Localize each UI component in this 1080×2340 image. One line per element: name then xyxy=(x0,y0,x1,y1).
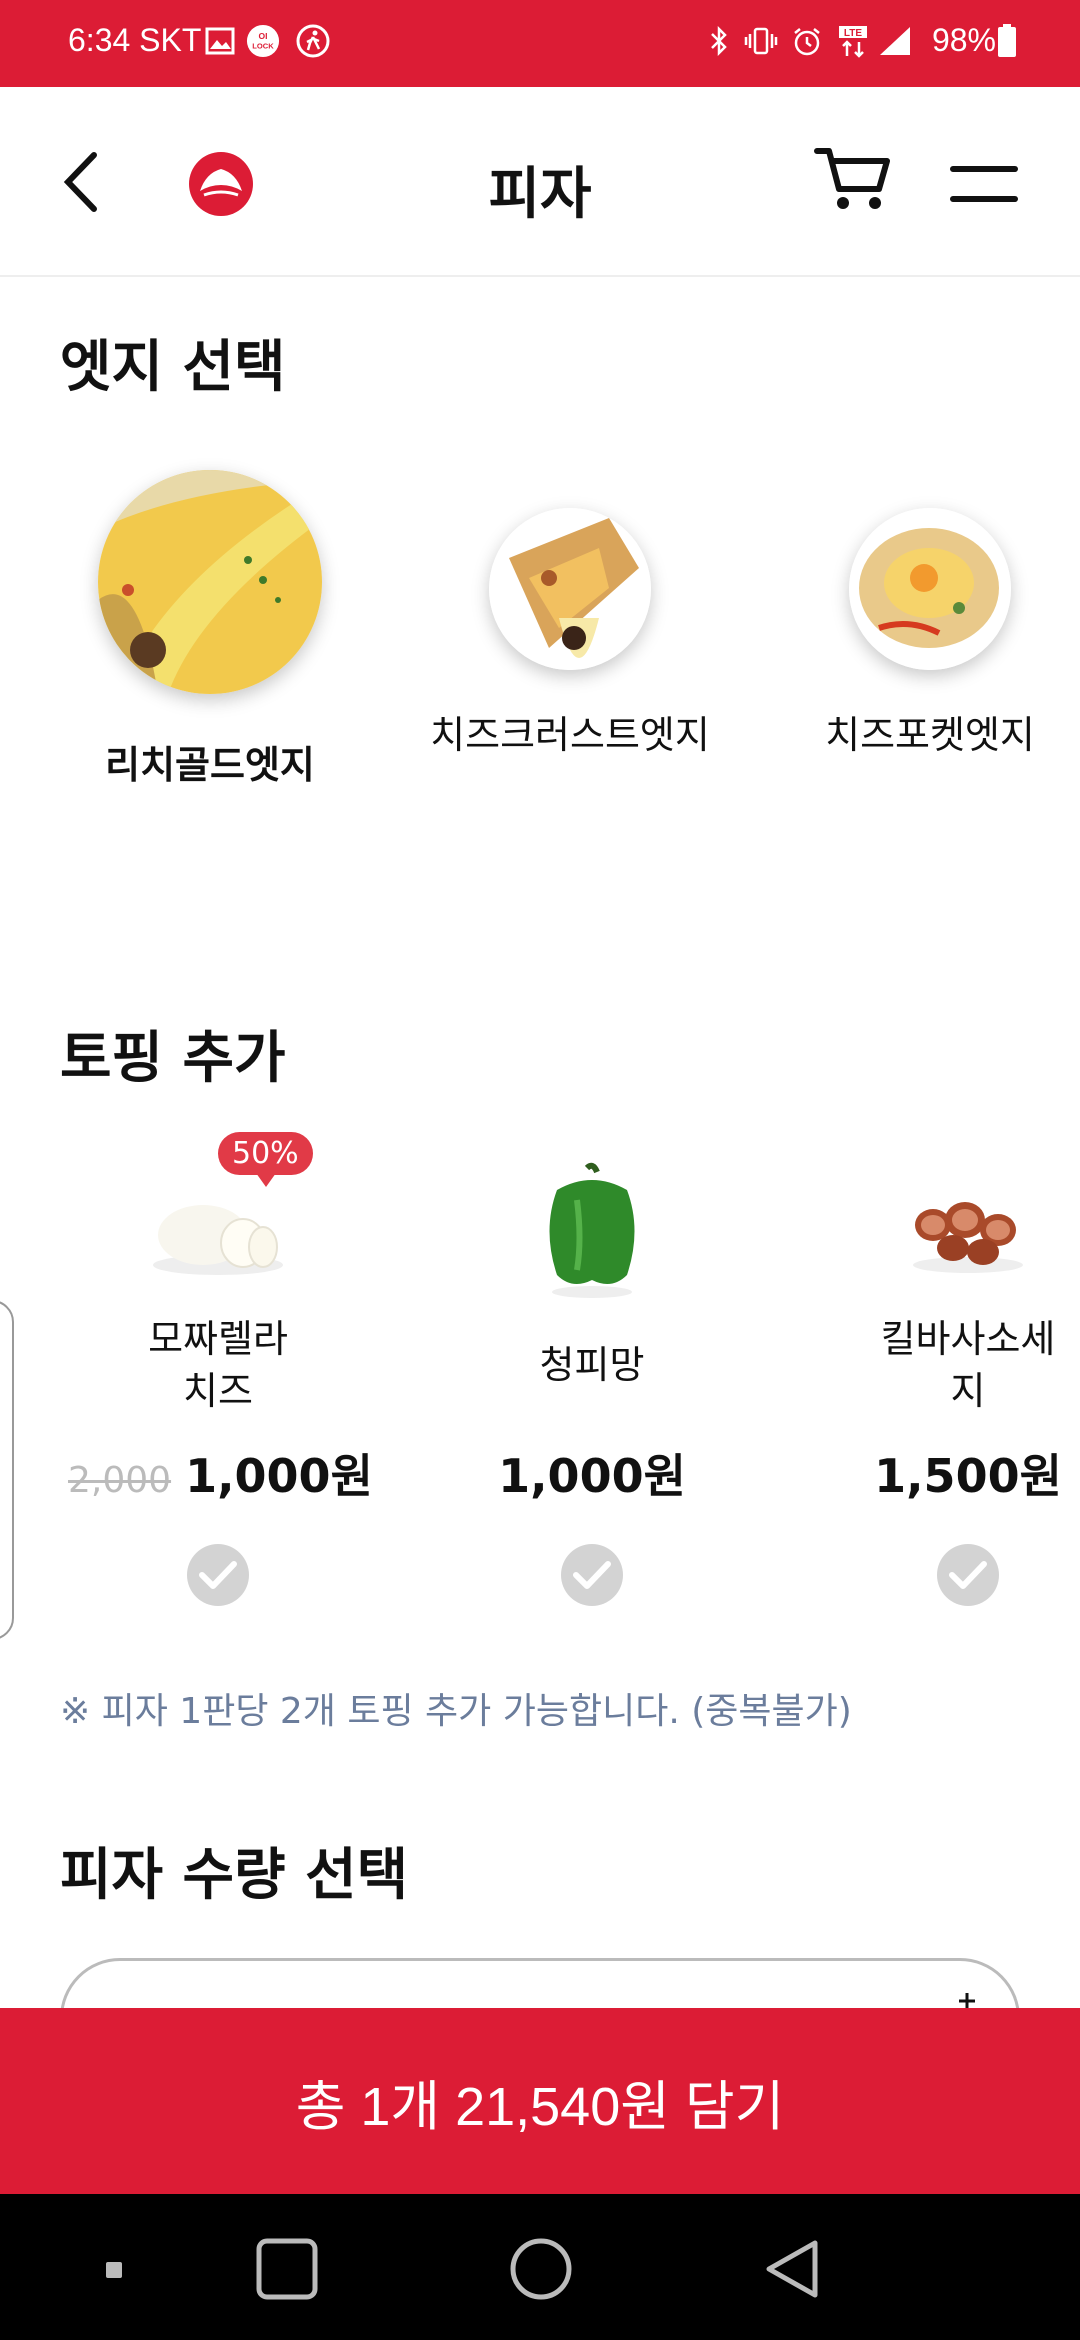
green-pepper-image xyxy=(442,1150,742,1310)
alarm-icon xyxy=(790,24,824,58)
topping-checkbox[interactable] xyxy=(187,1544,249,1606)
walking-icon xyxy=(296,24,330,58)
original-price: 2,000 xyxy=(68,1460,172,1501)
svg-text:LTE: LTE xyxy=(844,28,862,39)
quantity-section-title: 피자 수량 선택 xyxy=(60,1843,409,1908)
mozzarella-image xyxy=(68,1150,368,1310)
topping-option-kielbasa[interactable]: 킬바사소세 지 1,500원 xyxy=(818,1150,1080,1606)
edge-label: 리치골드엣지 xyxy=(105,743,315,787)
edge-option-rich-gold[interactable]: 리치골드엣지 xyxy=(85,470,335,789)
sale-price: 1,000원 xyxy=(185,1449,373,1503)
battery-icon xyxy=(990,24,1024,58)
gallery-icon xyxy=(203,24,237,58)
recents-icon xyxy=(256,2238,318,2300)
rich-gold-edge-image xyxy=(98,470,322,694)
cheese-crust-edge-image xyxy=(489,508,651,670)
checkmark-icon xyxy=(199,1561,237,1589)
edge-section-title: 엣지 선택 xyxy=(60,335,286,400)
bluetooth-icon xyxy=(702,24,736,58)
system-nav-bar xyxy=(0,2194,1080,2340)
vibrate-icon xyxy=(744,24,778,58)
battery-percent: 98% xyxy=(931,22,996,58)
topping-name: 모짜렐라 치즈 xyxy=(148,1317,288,1413)
edge-option-cheese-pocket[interactable]: 치즈포켓엣지 xyxy=(800,508,1060,759)
lock-app-icon: OI LOCK xyxy=(246,24,280,58)
topping-name: 킬바사소세 지 xyxy=(880,1317,1056,1413)
signal-icon xyxy=(878,24,912,58)
topping-checkbox[interactable] xyxy=(937,1544,999,1606)
side-drawer-handle[interactable] xyxy=(0,1300,14,1640)
topping-price: 1,000원 xyxy=(498,1449,686,1503)
nav-menu-button[interactable] xyxy=(96,2252,132,2288)
topping-limit-notice: ※ 피자 1판당 2개 토핑 추가 가능합니다. (중복불가) xyxy=(60,1691,852,1732)
topping-option-mozzarella[interactable]: 모짜렐라 치즈 2,000 1,000원 xyxy=(68,1150,373,1606)
small-square-icon xyxy=(106,2262,122,2278)
svg-text:LOCK: LOCK xyxy=(252,42,274,51)
add-to-cart-button[interactable]: 총 1개 21,540원 담기 xyxy=(0,2008,1080,2194)
app-header: 피자 xyxy=(0,87,1080,277)
nav-recents-button[interactable] xyxy=(252,2234,322,2304)
topping-option-green-pepper[interactable]: 청피망 1,000원 xyxy=(442,1150,742,1606)
topping-price: 2,000 1,000원 xyxy=(68,1440,373,1506)
topping-price: 1,500원 xyxy=(874,1449,1062,1503)
checkmark-icon xyxy=(573,1561,611,1589)
page-title: 피자 xyxy=(488,162,592,227)
topping-section-title: 토핑 추가 xyxy=(60,1026,286,1091)
status-time: 6:34 SKT xyxy=(68,22,202,58)
status-bar: 6:34 SKT OI LOCK LTE 98% xyxy=(0,0,1080,87)
hamburger-menu-icon xyxy=(950,166,1018,202)
edge-option-cheese-crust[interactable]: 치즈크러스트엣지 xyxy=(430,508,710,759)
checkmark-icon xyxy=(949,1561,987,1589)
topping-checkbox[interactable] xyxy=(561,1544,623,1606)
nav-back-button[interactable] xyxy=(758,2234,828,2304)
kielbasa-image xyxy=(818,1150,1080,1310)
edge-label: 치즈크러스트엣지 xyxy=(430,713,710,757)
cart-icon xyxy=(814,148,890,209)
topping-name: 청피망 xyxy=(539,1343,645,1387)
home-icon xyxy=(510,2238,572,2300)
back-triangle-icon xyxy=(766,2240,818,2298)
lte-icon: LTE xyxy=(836,24,870,58)
svg-text:OI: OI xyxy=(259,31,268,41)
cart-button[interactable] xyxy=(808,139,898,219)
cheese-pocket-edge-image xyxy=(849,508,1011,670)
nav-home-button[interactable] xyxy=(506,2234,576,2304)
menu-button[interactable] xyxy=(946,155,1022,215)
edge-label: 치즈포켓엣지 xyxy=(825,713,1035,757)
